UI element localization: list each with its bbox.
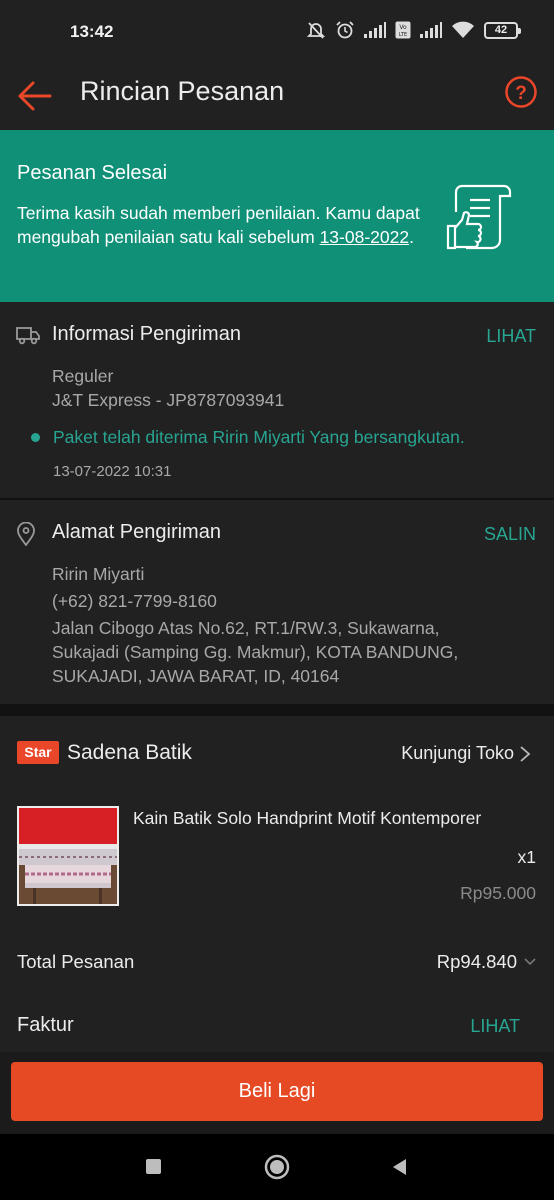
status-bar: 13:42 Vo LTE 42 <box>0 0 554 64</box>
location-pin-icon <box>17 522 35 546</box>
home-button[interactable] <box>264 1154 290 1180</box>
delivery-timestamp: 13-07-2022 10:31 <box>53 463 172 480</box>
signal-icon <box>364 22 386 38</box>
buy-again-button[interactable]: Beli Lagi <box>11 1062 543 1121</box>
recents-button[interactable] <box>146 1159 161 1174</box>
address-title: Alamat Pengiriman <box>52 521 221 543</box>
volte-icon: VoLTE <box>395 21 411 39</box>
nav-back-button[interactable] <box>390 1157 408 1177</box>
recipient-name: Ririn Miyarti <box>52 564 145 584</box>
copy-address-link[interactable]: SALIN <box>484 524 536 545</box>
shipping-view-link[interactable]: LIHAT <box>486 326 536 347</box>
truck-icon <box>16 327 40 345</box>
recipient-phone: (+62) 821-7799-8160 <box>52 591 217 611</box>
shipping-info-title: Informasi Pengiriman <box>52 323 241 345</box>
product-price: Rp95.000 <box>460 883 536 903</box>
status-time: 13:42 <box>70 22 114 41</box>
battery-indicator: 42 <box>484 21 521 39</box>
visit-shop-link[interactable]: Kunjungi Toko <box>401 743 514 764</box>
address-line-1: Jalan Cibogo Atas No.62, RT.1/RW.3, Suka… <box>52 618 440 638</box>
svg-text:LTE: LTE <box>399 32 407 38</box>
shop-name[interactable]: Sadena Batik <box>67 741 192 765</box>
chevron-right-icon[interactable] <box>518 744 532 764</box>
product-quantity: x1 <box>517 847 536 867</box>
page-title: Rincian Pesanan <box>80 76 285 106</box>
invoice-view-link[interactable]: LIHAT <box>470 1016 520 1037</box>
help-icon[interactable]: ? <box>504 75 538 109</box>
banner-deadline-date: 13-08-2022 <box>319 227 410 247</box>
star-seller-badge: Star <box>17 741 59 764</box>
address-line-2: Sukajadi (Samping Gg. Makmur), KOTA BAND… <box>52 642 459 662</box>
wifi-icon <box>452 21 474 38</box>
invoice-label: Faktur <box>17 1014 74 1036</box>
order-total-value[interactable]: Rp94.840 <box>437 951 517 973</box>
svg-text:?: ? <box>515 83 527 104</box>
battery-level: 42 <box>494 24 508 36</box>
shipping-service: Reguler <box>52 366 114 386</box>
shipping-info-section: Informasi Pengiriman LIHAT Reguler J&T E… <box>0 302 554 498</box>
order-total-label: Total Pesanan <box>17 951 135 972</box>
signal-icon-2 <box>420 22 442 38</box>
back-arrow-icon[interactable] <box>16 77 54 115</box>
product-name[interactable]: Kain Batik Solo Handprint Motif Kontempo… <box>133 808 481 829</box>
status-icons: Vo LTE 42 <box>306 20 521 40</box>
shipping-courier: J&T Express - JP8787093941 <box>52 390 285 410</box>
address-section: Alamat Pengiriman SALIN Ririn Miyarti (+… <box>0 500 554 704</box>
address-line-3: SUKAJADI, JAWA BARAT, ID, 40164 <box>52 666 340 686</box>
mute-bell-icon <box>306 22 326 39</box>
bottom-action-bar: Beli Lagi <box>0 1052 554 1134</box>
delivery-status: Paket telah diterima Ririn Miyarti Yang … <box>53 427 465 447</box>
system-nav-bar <box>0 1134 554 1200</box>
order-complete-banner: Pesanan Selesai Terima kasih sudah membe… <box>0 130 554 302</box>
product-thumbnail[interactable] <box>17 806 119 906</box>
banner-text: Terima kasih sudah memberi penilaian. Ka… <box>17 201 437 249</box>
app-bar: Rincian Pesanan ? <box>0 64 554 130</box>
status-dot <box>31 433 40 442</box>
banner-suffix: . <box>409 227 414 247</box>
svg-text:Vo: Vo <box>399 24 407 31</box>
receipt-thumbs-up-icon <box>446 184 512 250</box>
alarm-icon <box>336 21 354 39</box>
chevron-down-icon[interactable] <box>523 955 537 969</box>
